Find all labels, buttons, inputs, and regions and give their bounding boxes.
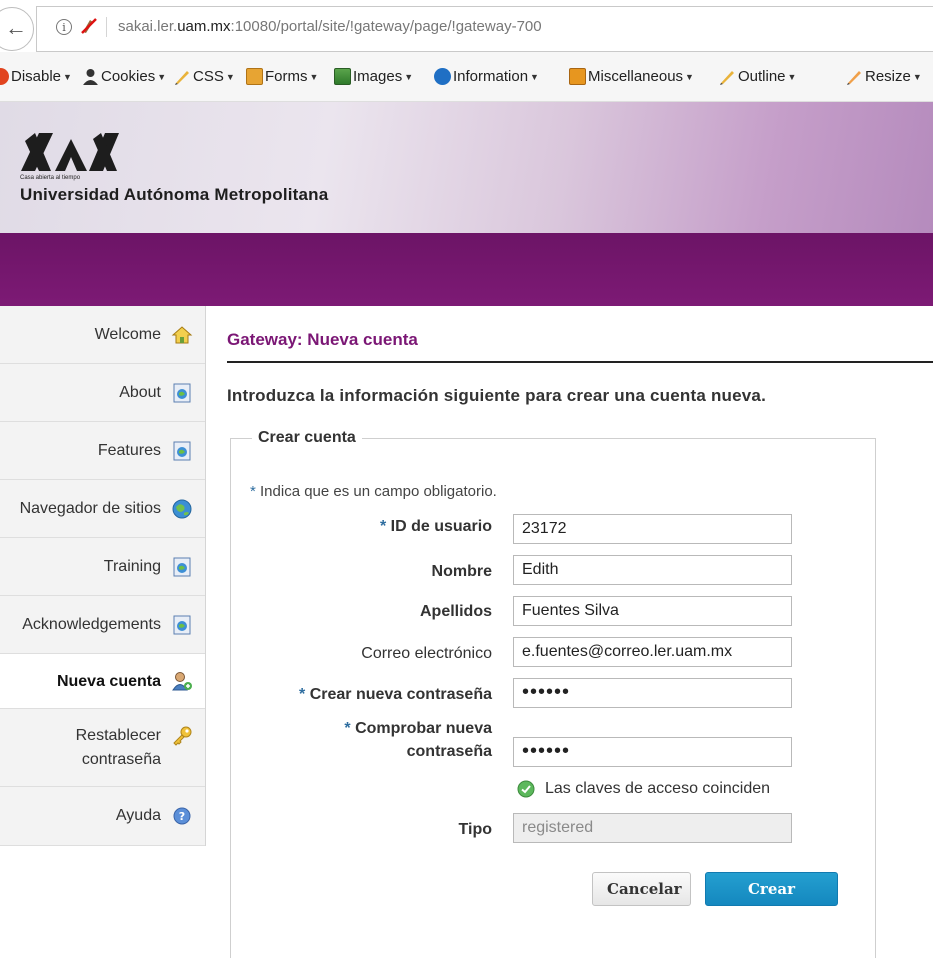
- toolbar-cookies-menu[interactable]: Cookies ▼: [82, 68, 166, 85]
- sidebar-item-reset-password[interactable]: Restablecer contraseña: [0, 709, 205, 787]
- svg-text:?: ?: [179, 810, 185, 823]
- confirm-password-label: * Comprobar nueva: [344, 720, 492, 737]
- toolbar-information-menu[interactable]: Information ▼: [434, 68, 539, 85]
- url-separator: [106, 17, 107, 37]
- toolbar-resize-menu[interactable]: Resize ▼: [846, 68, 922, 85]
- email-label: Correo electrónico: [361, 645, 492, 662]
- no-entry-icon: [0, 68, 9, 85]
- last-name-label: Apellidos: [419, 603, 492, 620]
- sidebar-item-training[interactable]: Training: [0, 538, 205, 596]
- info-icon: [434, 68, 451, 85]
- create-account-button[interactable]: Crear cuenta: [705, 872, 838, 930]
- instructions-text: Introduzca la información siguiente para…: [227, 386, 766, 405]
- sidebar-item-acknowledgements[interactable]: Acknowledgements: [0, 596, 205, 654]
- sidebar-item-about[interactable]: About: [0, 364, 205, 422]
- page-title: Gateway: Nueva cuenta: [227, 330, 418, 349]
- email-input[interactable]: e.fuentes@correo.ler.uam.mx: [513, 637, 792, 667]
- new-password-input[interactable]: ••••••: [513, 678, 792, 708]
- pencil-icon: [175, 71, 189, 85]
- sidebar-item-label: Nueva cuenta: [56, 673, 161, 690]
- sidebar-item-label: Features: [97, 442, 161, 459]
- sidebar-item-label: Acknowledgements: [22, 616, 161, 633]
- image-icon: [334, 68, 351, 85]
- confirm-password-label-line2: contraseña: [406, 743, 492, 760]
- sidebar-item-label-line2: contraseña: [81, 751, 161, 768]
- confirm-password-input[interactable]: ••••••: [513, 737, 792, 767]
- web-developer-toolbar: Disable ▼ Cookies ▼ CSS ▼ Forms ▼ Images ▼ In…: [0, 52, 933, 102]
- toolbar-disable-menu[interactable]: Disable ▼: [0, 68, 72, 85]
- last-name-input[interactable]: Fuentes Silva: [513, 596, 792, 626]
- portal-header-band: [0, 233, 933, 306]
- check-circle-icon: [517, 780, 535, 798]
- user-add-icon: [172, 672, 192, 691]
- site-banner: Casa abierta al tiempo Universidad Autón…: [0, 102, 933, 233]
- sidebar-item-help[interactable]: Ayuda ?: [0, 787, 205, 846]
- sidebar-item-welcome[interactable]: Welcome: [0, 306, 205, 364]
- sidebar-item-site-browser[interactable]: Navegador de sitios: [0, 480, 205, 538]
- toolbar-outline-menu[interactable]: Outline ▼: [719, 68, 796, 85]
- toolbar-css-menu[interactable]: CSS ▼: [174, 68, 235, 85]
- user-id-label: * ID de usuario: [379, 518, 492, 535]
- page-globe-icon: [173, 441, 191, 461]
- user-id-input[interactable]: 23172: [513, 514, 792, 544]
- new-password-label: * Crear nueva contraseña: [299, 686, 492, 703]
- sidebar-item-label: Training: [103, 558, 161, 575]
- sidebar-item-label: Welcome: [94, 326, 161, 343]
- toolbar-forms-menu[interactable]: Forms ▼: [246, 68, 318, 85]
- cancel-button[interactable]: Cancelar: [592, 872, 691, 906]
- noscript-icon[interactable]: [80, 17, 98, 35]
- sidebar-item-label: About: [119, 384, 161, 401]
- sidebar-item-label: Restablecer: [75, 727, 161, 744]
- browser-url-bar: ← i sakai.ler.uam.mx:10080/portal/site/!…: [0, 0, 933, 52]
- page-globe-icon: [173, 557, 191, 577]
- home-icon: [171, 326, 193, 344]
- book-icon: [569, 68, 586, 85]
- toolbar-images-menu[interactable]: Images ▼: [334, 68, 413, 85]
- logo-tagline: Casa abierta al tiempo: [20, 175, 81, 181]
- globe-icon: [172, 499, 192, 519]
- help-icon: ?: [173, 807, 191, 825]
- first-name-input[interactable]: Edith: [513, 555, 792, 585]
- sidebar-item-label: Ayuda: [115, 807, 161, 824]
- pencil-icon: [720, 71, 734, 85]
- fieldset-legend: Crear cuenta: [252, 429, 362, 447]
- type-input: registered: [513, 813, 792, 843]
- sidebar-item-new-account[interactable]: Nueva cuenta: [0, 654, 205, 709]
- title-divider: [227, 361, 933, 363]
- page-globe-icon: [173, 383, 191, 403]
- resize-icon: [847, 71, 861, 85]
- back-arrow-icon[interactable]: ←: [0, 7, 34, 51]
- url-text[interactable]: sakai.ler.uam.mx:10080/portal/site/!gate…: [118, 18, 542, 35]
- clipboard-icon: [246, 68, 263, 85]
- page-globe-icon: [173, 615, 191, 635]
- user-icon: [83, 69, 98, 85]
- first-name-label: Nombre: [431, 563, 492, 580]
- tool-menu: Welcome About Features Navegador de siti…: [0, 306, 206, 846]
- required-note: * Indica que es un campo obligatorio.: [250, 483, 497, 500]
- toolbar-miscellaneous-menu[interactable]: Miscellaneous ▼: [569, 68, 694, 85]
- institution-name[interactable]: Universidad Autónoma Metropolitana: [20, 185, 328, 205]
- type-label: Tipo: [458, 821, 492, 838]
- password-match-message: Las claves de acceso coinciden: [517, 780, 770, 798]
- uam-logo: [21, 133, 119, 171]
- key-icon: [173, 726, 192, 746]
- sidebar-item-label: Navegador de sitios: [19, 500, 161, 517]
- sidebar-item-features[interactable]: Features: [0, 422, 205, 480]
- site-info-icon[interactable]: i: [56, 19, 72, 35]
